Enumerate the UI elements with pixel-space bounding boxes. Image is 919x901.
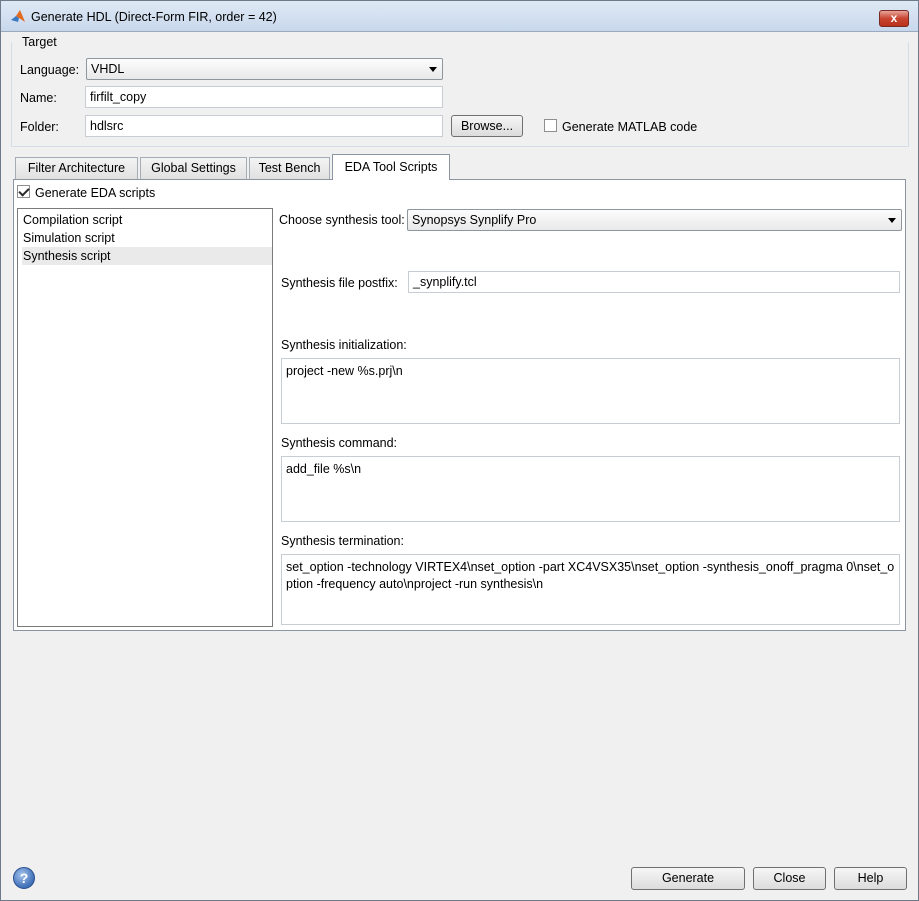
synthesis-init-label: Synthesis initialization: xyxy=(281,338,407,352)
synthesis-init-textarea[interactable]: project -new %s.prj\n xyxy=(281,358,900,424)
name-label: Name: xyxy=(20,91,57,105)
window-title: Generate HDL (Direct-Form FIR, order = 4… xyxy=(31,10,277,24)
tab-eda-tool-scripts[interactable]: EDA Tool Scripts xyxy=(332,154,450,180)
chevron-down-icon xyxy=(429,67,437,72)
close-button[interactable]: Close xyxy=(753,867,826,890)
generate-button[interactable]: Generate xyxy=(631,867,745,890)
tab-global-settings[interactable]: Global Settings xyxy=(140,157,247,179)
choose-synthesis-tool-label: Choose synthesis tool: xyxy=(279,213,405,227)
generate-eda-scripts-label: Generate EDA scripts xyxy=(35,186,156,200)
language-label: Language: xyxy=(20,63,80,77)
generate-matlab-label: Generate MATLAB code xyxy=(562,120,698,134)
synthesis-command-textarea[interactable]: add_file %s\n xyxy=(281,456,900,522)
list-item-synthesis-script[interactable]: Synthesis script xyxy=(22,247,272,265)
language-select[interactable]: VHDL xyxy=(86,58,443,80)
script-type-list: Compilation script Simulation script Syn… xyxy=(17,208,273,627)
synthesis-termination-label: Synthesis termination: xyxy=(281,534,404,548)
generate-matlab-checkbox[interactable] xyxy=(544,119,557,132)
synthesis-command-label: Synthesis command: xyxy=(281,436,398,450)
list-item-simulation-script[interactable]: Simulation script xyxy=(22,229,272,247)
synthesis-tool-value: Synopsys Synplify Pro xyxy=(412,213,537,227)
window-close-button[interactable]: x xyxy=(879,10,909,27)
browse-button[interactable]: Browse... xyxy=(451,115,523,137)
chevron-down-icon xyxy=(888,218,896,223)
title-bar[interactable]: Generate HDL (Direct-Form FIR, order = 4… xyxy=(1,1,918,32)
list-item-compilation-script[interactable]: Compilation script xyxy=(22,211,272,229)
dialog-window: Generate HDL (Direct-Form FIR, order = 4… xyxy=(0,0,919,901)
tab-test-bench[interactable]: Test Bench xyxy=(249,157,330,179)
language-select-value: VHDL xyxy=(91,62,125,76)
synthesis-tool-select[interactable]: Synopsys Synplify Pro xyxy=(407,209,902,231)
synthesis-termination-textarea[interactable]: set_option -technology VIRTEX4\nset_opti… xyxy=(281,554,900,625)
help-icon[interactable]: ? xyxy=(13,867,35,889)
folder-field[interactable]: hdlsrc xyxy=(85,115,443,137)
synthesis-postfix-label: Synthesis file postfix: xyxy=(281,276,398,290)
tab-filter-architecture[interactable]: Filter Architecture xyxy=(15,157,138,179)
matlab-logo-icon xyxy=(11,10,25,22)
help-button[interactable]: Help xyxy=(834,867,907,890)
target-group-legend: Target xyxy=(21,35,58,49)
generate-eda-scripts-checkbox[interactable] xyxy=(17,185,30,198)
synthesis-postfix-field[interactable]: _synplify.tcl xyxy=(408,271,900,293)
folder-label: Folder: xyxy=(20,120,59,134)
name-field[interactable]: firfilt_copy xyxy=(85,86,443,108)
